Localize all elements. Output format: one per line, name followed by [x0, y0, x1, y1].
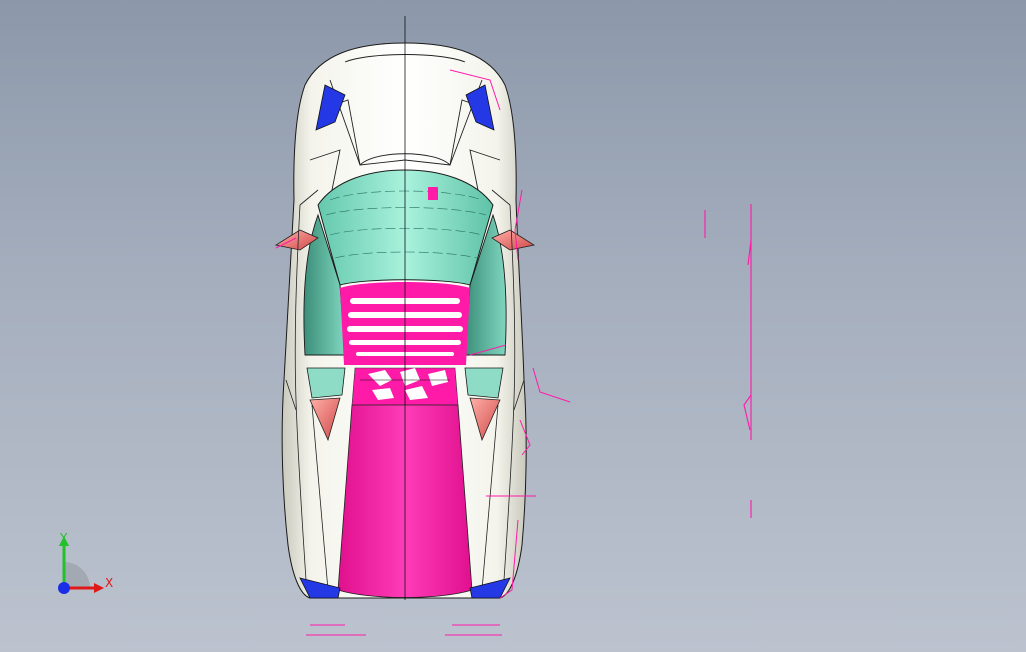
axis-triad: Y X: [58, 531, 113, 594]
sensor-marker: [428, 187, 438, 200]
right-rear-quarter-glass: [464, 367, 504, 399]
y-axis-label: Y: [59, 531, 68, 545]
left-rear-quarter-glass: [306, 367, 346, 399]
cad-viewport[interactable]: Y X: [0, 0, 1026, 652]
x-axis-label: X: [105, 576, 113, 590]
windshield: [317, 169, 494, 286]
x-arrow-head: [94, 583, 104, 593]
z-axis-dot: [58, 582, 70, 594]
detached-sketch: [704, 204, 752, 518]
car-model-top-view[interactable]: [0, 0, 1026, 652]
dimension-marks: [306, 624, 502, 636]
